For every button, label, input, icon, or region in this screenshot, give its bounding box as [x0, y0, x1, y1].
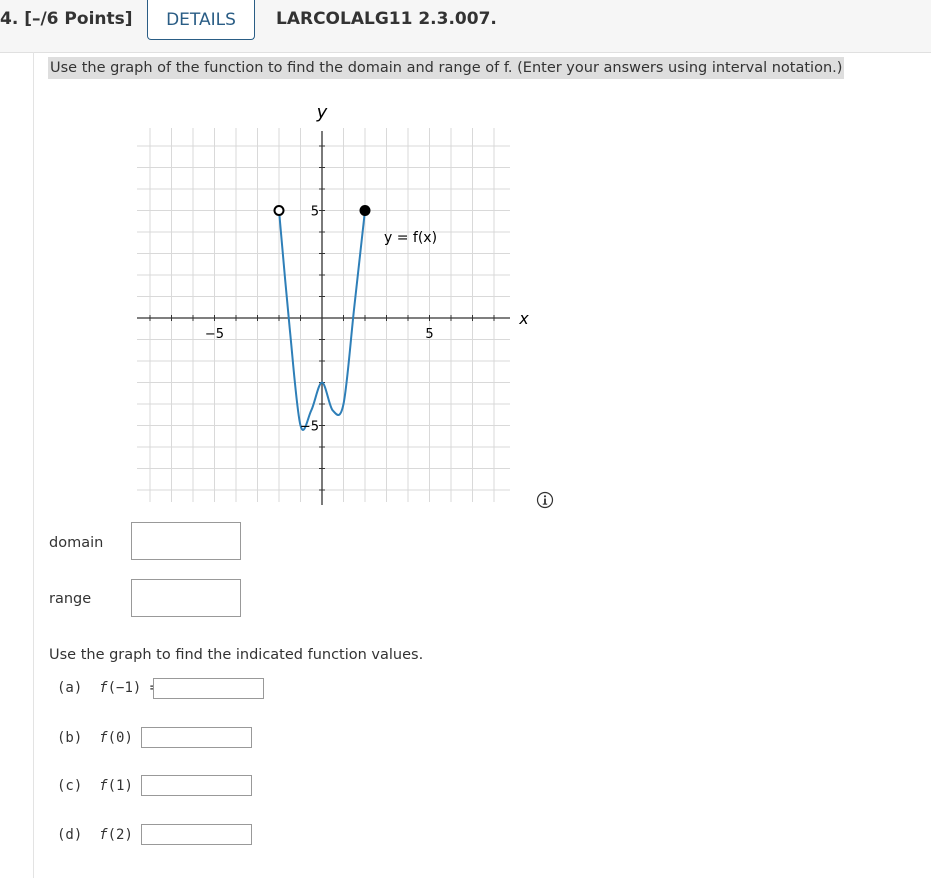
- part-a-fn: f: [99, 680, 108, 696]
- curve-label: y = f(x): [384, 230, 437, 246]
- y-tick-label-5: 5: [311, 205, 319, 220]
- function-graph: y x y = f(x) −5 5 5 −5: [137, 102, 529, 505]
- open-endpoint: [273, 205, 285, 216]
- part-b-input[interactable]: [141, 727, 252, 748]
- part-d-input[interactable]: [141, 824, 252, 845]
- y-axis-label: y: [316, 102, 328, 123]
- question-number: 4. [–/6 Points]: [0, 9, 133, 29]
- part-d-label: (d) f(2) =: [57, 827, 150, 843]
- part-c-fn: f: [99, 778, 108, 794]
- part-c-input[interactable]: [141, 775, 252, 796]
- x-tick-label-neg5: −5: [205, 327, 224, 342]
- function-values-prompt: Use the graph to find the indicated func…: [49, 647, 424, 663]
- details-button[interactable]: DETAILS: [147, 0, 255, 40]
- x-axis-label: x: [518, 309, 529, 328]
- question-prompt: Use the graph of the function to find th…: [48, 57, 845, 79]
- part-a-input[interactable]: [153, 678, 264, 699]
- left-divider: [33, 52, 34, 878]
- part-a-prefix: (a): [57, 680, 83, 696]
- part-d-fn: f: [99, 827, 108, 843]
- part-d-prefix: (d): [57, 827, 83, 843]
- part-a-label: (a) f(−1) =: [57, 680, 158, 696]
- question-header: 4. [–/6 Points] DETAILS LARCOLALG11 2.3.…: [0, 0, 931, 53]
- domain-input[interactable]: [131, 522, 241, 560]
- y-tick-label-neg5: −5: [300, 420, 319, 435]
- part-b-label: (b) f(0) =: [57, 730, 150, 746]
- part-b-prefix: (b): [57, 730, 83, 746]
- range-label: range: [49, 591, 92, 607]
- part-c-label: (c) f(1) =: [57, 778, 150, 794]
- domain-label: domain: [49, 535, 104, 551]
- closed-endpoint: [359, 205, 371, 216]
- info-icon[interactable]: [536, 491, 554, 509]
- part-a-arg: (−1) =: [107, 680, 159, 696]
- question-code: LARCOLALG11 2.3.007.: [276, 9, 497, 29]
- part-b-fn: f: [99, 730, 108, 746]
- part-c-prefix: (c): [57, 778, 83, 794]
- x-tick-label-5: 5: [425, 327, 433, 342]
- range-input[interactable]: [131, 579, 241, 617]
